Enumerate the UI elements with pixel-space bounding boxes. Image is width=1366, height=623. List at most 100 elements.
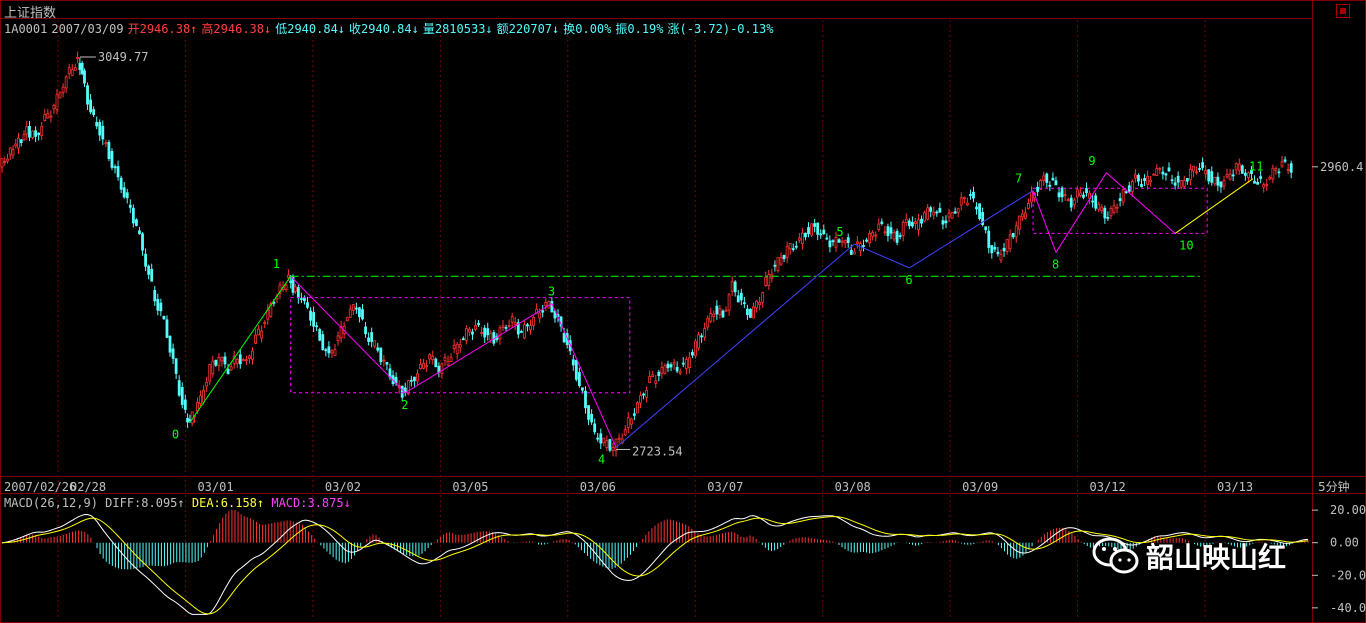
candle-body [1207, 169, 1211, 182]
x-tick-label: 03/01 [197, 480, 233, 494]
candle-body [1143, 178, 1146, 182]
candle-body [1237, 163, 1241, 171]
candle-body [425, 365, 429, 368]
macd-axis-label: 20.00 [1330, 503, 1366, 517]
wechat-icon [1092, 537, 1139, 574]
candle-body [303, 297, 306, 302]
candle-body [468, 328, 471, 333]
candle-body [1112, 205, 1116, 213]
watermark-text: 韶山映山红 [1146, 541, 1287, 574]
candle-body [727, 294, 731, 311]
candle-body [1109, 208, 1113, 217]
period-label[interactable]: 5分钟 [1318, 478, 1350, 495]
candle-body [519, 331, 523, 333]
candle-body [1204, 170, 1208, 175]
candle-body [752, 306, 755, 319]
candle-body [709, 313, 713, 322]
candle-body [419, 363, 422, 369]
candle-body [58, 92, 62, 99]
candle-body [504, 327, 508, 329]
x-tick-label: 03/08 [835, 480, 871, 494]
candle-body [1274, 168, 1278, 171]
candle-body [104, 142, 108, 145]
candle-body [1219, 181, 1223, 188]
candle-body [544, 302, 548, 307]
candle-body [19, 139, 23, 144]
candle-body [1027, 203, 1030, 209]
candle-body [755, 300, 758, 309]
candle-body [718, 308, 722, 315]
candle-body [669, 364, 673, 368]
candle-body [86, 85, 89, 105]
candle-body [1060, 187, 1064, 198]
candle-body [1188, 168, 1192, 180]
candle-body [626, 417, 630, 428]
candle-body [327, 346, 331, 354]
candle-body [794, 245, 798, 248]
x-tick-label: 03/02 [325, 480, 361, 494]
candle-body [89, 99, 92, 113]
stock-chart[interactable]: 2007/02/2602/28 03/01 03/02 03/05 03/06 03/07… [0, 0, 1366, 623]
candle-body [883, 231, 887, 234]
candle-body [642, 393, 645, 396]
x-tick-label: 03/12 [1090, 480, 1126, 494]
candle-body [449, 356, 453, 362]
candle-body [1198, 167, 1201, 170]
candle-body [892, 231, 896, 240]
candle-body [599, 433, 603, 444]
candle-body [49, 115, 53, 118]
candle-body [1133, 174, 1137, 179]
open-price: 开2946.38↑ [127, 22, 198, 36]
candle-body [1130, 181, 1134, 192]
candle-body [400, 385, 404, 398]
candle-body [684, 359, 688, 369]
candle-body [706, 317, 710, 328]
candle-body [1280, 161, 1284, 167]
candle-body [526, 324, 529, 327]
candle-body [428, 354, 432, 360]
candle-body [1289, 163, 1293, 173]
candle-body [1030, 191, 1033, 203]
candle-body [336, 335, 340, 341]
candle-body [953, 211, 957, 214]
quote-info-bar: 1A0001 2007/03/09 开2946.38↑ 高2946.38↓ 低2940.… [4, 20, 777, 37]
macd-dea: DEA:6.158↑ [191, 496, 265, 510]
wave-label: 2 [401, 398, 408, 412]
candle-body [1213, 176, 1217, 185]
candle-body [831, 240, 835, 243]
window-restore-icon[interactable] [1336, 4, 1350, 18]
candle-body [226, 369, 230, 375]
x-tick-label: 02/28 [70, 480, 106, 494]
candle-body [241, 359, 245, 362]
candle-body [865, 239, 868, 242]
candle-body [1179, 180, 1183, 188]
candle-body [914, 221, 917, 225]
candle-body [746, 308, 749, 316]
candle-body [663, 365, 667, 374]
candle-body [1152, 173, 1156, 176]
candle-body [776, 257, 780, 272]
candle-body [764, 276, 768, 286]
candle-body [1106, 216, 1110, 219]
candle-body [807, 227, 810, 235]
candle-body [431, 355, 435, 361]
high-price-label: 3049.77 [98, 50, 149, 64]
candle-body [80, 62, 84, 74]
candle-body [455, 343, 459, 355]
candle-body [28, 126, 31, 138]
candle-body [1137, 174, 1140, 182]
candle-body [1124, 191, 1128, 194]
candle-body [144, 253, 147, 267]
candle-body [354, 307, 358, 310]
candle-body [480, 332, 484, 334]
wave-line-1-2 [290, 275, 406, 394]
candle-body [1011, 233, 1015, 238]
candle-body [996, 251, 1000, 255]
candle-body [785, 246, 789, 258]
candle-body [6, 158, 9, 162]
candle-body [474, 325, 477, 330]
candle-body [284, 285, 288, 290]
candle-body [119, 177, 123, 190]
candle-body [244, 359, 248, 362]
candle-body [1082, 194, 1085, 198]
